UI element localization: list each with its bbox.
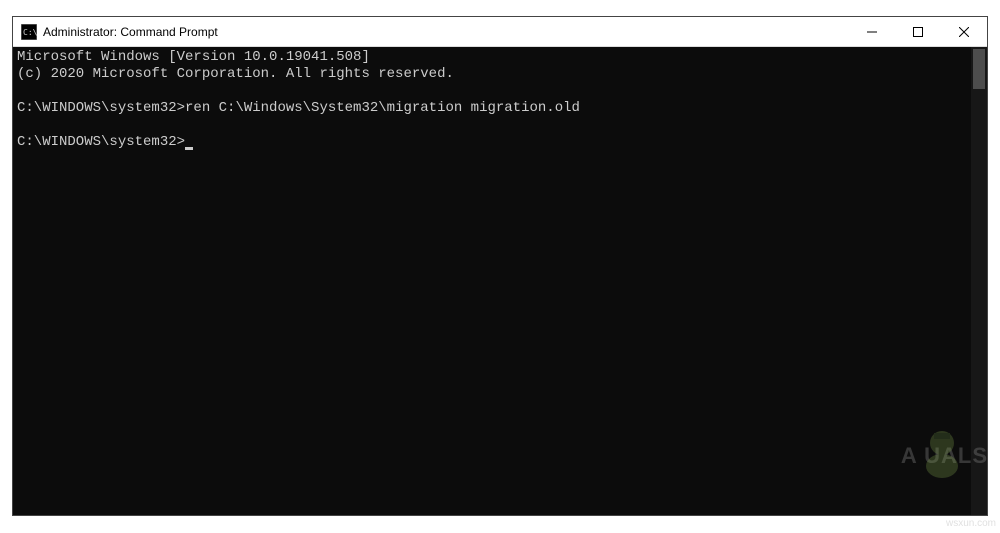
terminal-content: Microsoft Windows [Version 10.0.19041.50… — [17, 49, 983, 151]
svg-text:C:\: C:\ — [23, 28, 37, 37]
cmd-icon: C:\ — [21, 24, 37, 40]
window-title: Administrator: Command Prompt — [43, 25, 218, 39]
maximize-icon — [913, 27, 923, 37]
prompt: C:\WINDOWS\system32> — [17, 134, 185, 150]
version-line: Microsoft Windows [Version 10.0.19041.50… — [17, 49, 370, 65]
minimize-button[interactable] — [849, 17, 895, 46]
close-button[interactable] — [941, 17, 987, 46]
maximize-button[interactable] — [895, 17, 941, 46]
prompt: C:\WINDOWS\system32> — [17, 100, 185, 116]
window-controls — [849, 17, 987, 46]
scrollbar-thumb[interactable] — [973, 49, 985, 89]
close-icon — [959, 27, 969, 37]
titlebar[interactable]: C:\ Administrator: Command Prompt — [13, 17, 987, 47]
watermark-logo-icon — [912, 421, 972, 481]
command-prompt-window: C:\ Administrator: Command Prompt — [12, 16, 988, 516]
watermark-text: wsxun.com — [946, 518, 996, 529]
minimize-icon — [867, 27, 877, 37]
cursor — [185, 147, 193, 150]
command-text: ren C:\Windows\System32\migration migrat… — [185, 100, 580, 116]
terminal-body[interactable]: Microsoft Windows [Version 10.0.19041.50… — [13, 47, 987, 515]
copyright-line: (c) 2020 Microsoft Corporation. All righ… — [17, 66, 454, 82]
